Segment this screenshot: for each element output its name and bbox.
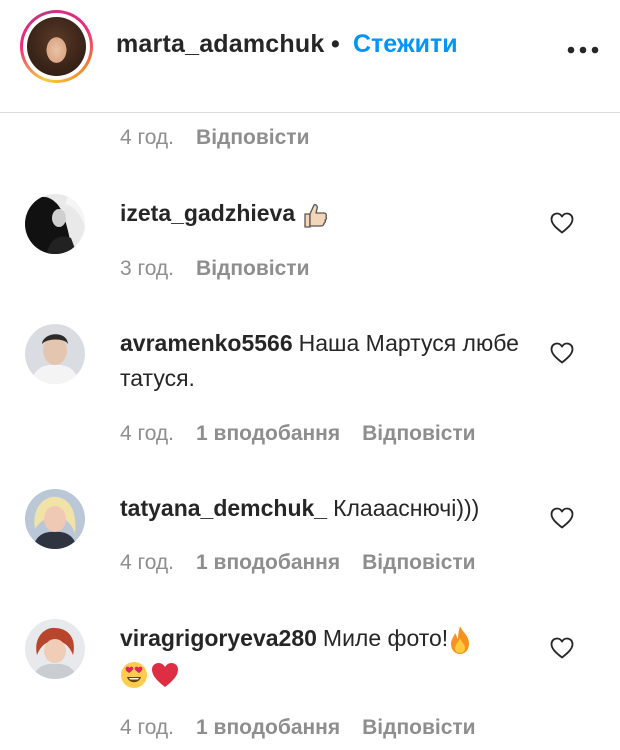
commenter-username[interactable]: izeta_gadzhieva [120, 200, 295, 226]
comment-text: Миле фото! [322, 625, 449, 651]
comment-meta: 4 год. 1 вподобання Відповісти [120, 551, 498, 575]
comment-body: izeta_gadzhieva [120, 196, 520, 231]
like-heart-icon[interactable] [550, 342, 574, 364]
reply-button[interactable]: Відповісти [196, 257, 309, 280]
reply-button[interactable]: Відповісти [362, 716, 475, 739]
thumbs-up-icon [304, 204, 328, 228]
comment-meta: 4 год. Відповісти [120, 126, 332, 150]
reply-button[interactable]: Відповісти [196, 126, 309, 149]
more-horizontal-icon[interactable] [567, 46, 599, 54]
heart-eyes-icon [121, 661, 147, 688]
comment-body: tatyana_demchuk_ Клаааснючі))) [120, 491, 520, 526]
commenter-avatar[interactable] [25, 194, 85, 254]
comment-body: avramenko5566 Наша Мартуся любе татуся. [120, 326, 520, 396]
like-count[interactable]: 1 вподобання [196, 716, 340, 739]
commenter-avatar[interactable] [25, 619, 85, 679]
commenter-username[interactable]: viragrigoryeva280 [120, 625, 317, 651]
comment-time[interactable]: 3 год. [120, 257, 174, 280]
comment-time[interactable]: 4 год. [120, 716, 174, 739]
like-count[interactable]: 1 вподобання [196, 422, 340, 445]
comment-meta: 3 год. Відповісти [120, 257, 332, 281]
like-heart-icon[interactable] [550, 507, 574, 529]
comment-time[interactable]: 4 год. [120, 422, 174, 445]
reply-button[interactable]: Відповісти [362, 551, 475, 574]
fire-icon [451, 625, 470, 654]
comment-time[interactable]: 4 год. [120, 126, 174, 149]
like-count[interactable]: 1 вподобання [196, 551, 340, 574]
comment-time[interactable]: 4 год. [120, 551, 174, 574]
follow-button[interactable]: Стежити [353, 30, 458, 59]
commenter-avatar[interactable] [25, 489, 85, 549]
comment-meta: 4 год. 1 вподобання Відповісти [120, 716, 498, 740]
reply-button[interactable]: Відповісти [362, 422, 475, 445]
author-avatar[interactable] [27, 17, 86, 76]
comments-panel: marta_adamchuk • Стежити 4 год. Відповіст… [0, 0, 620, 750]
comment-text: Клаааснючі))) [333, 495, 480, 521]
comment-meta: 4 год. 1 вподобання Відповісти [120, 422, 498, 446]
like-heart-icon[interactable] [550, 212, 574, 234]
comment-body: viragrigoryeva280 Миле фото! [120, 621, 520, 691]
commenter-username[interactable]: tatyana_demchuk_ [120, 495, 327, 521]
red-heart-icon [152, 662, 178, 687]
like-heart-icon[interactable] [550, 637, 574, 659]
post-header: marta_adamchuk • Стежити [0, 0, 620, 113]
commenter-avatar[interactable] [25, 324, 85, 384]
author-username[interactable]: marta_adamchuk [116, 30, 324, 59]
commenter-username[interactable]: avramenko5566 [120, 330, 293, 356]
separator-dot: • [331, 30, 340, 58]
